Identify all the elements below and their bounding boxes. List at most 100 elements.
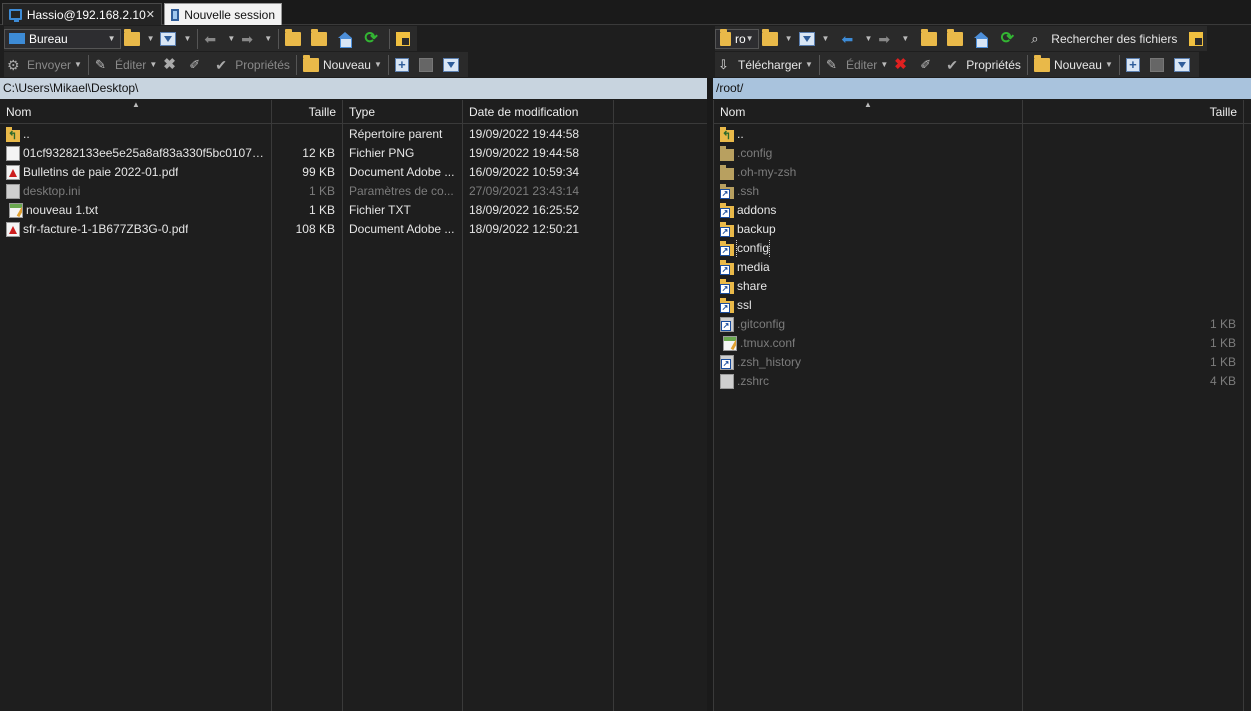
forward-button[interactable]: ➡ ▼ bbox=[238, 28, 275, 50]
toolbar-separator bbox=[818, 54, 820, 75]
cell-size: 1 KB bbox=[1209, 355, 1236, 369]
left-location-combo[interactable]: Bureau ▼ bbox=[4, 28, 121, 49]
column-type[interactable]: Type bbox=[343, 100, 462, 124]
file-row[interactable]: .config bbox=[714, 144, 1251, 163]
back-button[interactable]: ⬅ ▼ bbox=[838, 28, 875, 50]
file-row[interactable]: .zsh_history 1 KB bbox=[714, 353, 1251, 372]
refresh-button[interactable]: ⟳ bbox=[360, 28, 386, 50]
file-link-icon bbox=[720, 317, 734, 332]
cell-size bbox=[1023, 125, 1236, 144]
column-modified[interactable]: Date de modification bbox=[463, 100, 613, 124]
cell-modified: 16/09/2022 10:59:34 bbox=[469, 165, 580, 179]
filter-button[interactable]: ▼ bbox=[796, 28, 833, 50]
refresh-button[interactable]: ⟳ bbox=[996, 28, 1022, 50]
file-row[interactable]: .ssh bbox=[714, 182, 1251, 201]
left-nav-toolbar: Bureau ▼ ▼ ▼ ⬅ ▼ ➡ ▼ ⟳ bbox=[4, 26, 417, 51]
file-row[interactable]: addons bbox=[714, 201, 1251, 220]
parent-dir-button[interactable] bbox=[282, 28, 308, 50]
delete-button[interactable]: ✖ bbox=[891, 54, 917, 76]
unselect-button[interactable] bbox=[416, 54, 440, 76]
left-file-toolbar: ⚙ Envoyer ▼ ✎ Éditer ▼ ✖ ✐ ✔ Propriétés Nouve… bbox=[4, 52, 468, 77]
properties-button[interactable]: ✔ Propriétés bbox=[212, 54, 293, 76]
home-button[interactable] bbox=[334, 28, 360, 50]
chevron-down-icon: ▼ bbox=[805, 60, 813, 69]
file-name: desktop.ini bbox=[23, 184, 81, 198]
new-button[interactable]: Nouveau ▼ bbox=[1031, 54, 1116, 76]
file-row[interactable]: ssl bbox=[714, 296, 1251, 315]
open-folder-icon bbox=[123, 28, 140, 46]
properties-label: Propriétés bbox=[966, 57, 1021, 72]
tree-toggle-button[interactable] bbox=[1186, 28, 1210, 50]
left-path-bar[interactable]: C:\Users\Mikael\Desktop\ bbox=[0, 78, 707, 99]
cell-size bbox=[1023, 277, 1236, 296]
file-row[interactable]: nouveau 1.txt 1 KB Fichier TXT 18/09/2022 1… bbox=[0, 201, 707, 220]
root-dir-button[interactable] bbox=[308, 28, 334, 50]
properties-icon: ✔ bbox=[946, 56, 958, 73]
file-row[interactable]: 01cf93282133ee5e25a8af83a330f5bc0107bf66… bbox=[0, 144, 707, 163]
refresh-icon: ⟳ bbox=[364, 29, 378, 47]
back-button[interactable]: ⬅ ▼ bbox=[201, 28, 238, 50]
file-row[interactable]: sfr-facture-1-1B677ZB3G-0.pdf 108 KB Docum… bbox=[0, 220, 707, 239]
edit-button[interactable]: ✎ Éditer ▼ bbox=[823, 54, 891, 76]
file-row[interactable]: .oh-my-zsh bbox=[714, 163, 1251, 182]
cell-size bbox=[272, 125, 335, 144]
column-size[interactable]: Taille bbox=[272, 100, 342, 124]
file-list-header: Nom ▲ Taille Type Date de modification bbox=[0, 100, 707, 124]
send-button[interactable]: ⚙ Envoyer ▼ bbox=[4, 54, 85, 76]
file-row[interactable]: .. bbox=[714, 125, 1251, 144]
right-location-label: ro bbox=[735, 31, 746, 46]
cell-size bbox=[1023, 182, 1236, 201]
cell-modified: 18/09/2022 12:50:21 bbox=[469, 222, 580, 236]
file-row[interactable]: .zshrc 4 KB bbox=[714, 372, 1251, 391]
root-dir-button[interactable] bbox=[944, 28, 970, 50]
file-row[interactable]: .gitconfig 1 KB bbox=[714, 315, 1251, 334]
find-files-button[interactable]: ⌕ Rechercher des fichiers bbox=[1028, 28, 1180, 50]
rename-button[interactable]: ✐ bbox=[917, 54, 943, 76]
file-row[interactable]: share bbox=[714, 277, 1251, 296]
select-all-button[interactable]: + bbox=[392, 54, 416, 76]
tab-session-hassio[interactable]: Hassio@192.168.2.10 ✕ bbox=[2, 3, 162, 25]
right-path-bar[interactable]: /root/ bbox=[713, 78, 1251, 99]
minus-icon bbox=[1149, 57, 1164, 72]
column-size[interactable]: Taille bbox=[1023, 100, 1243, 124]
file-row[interactable]: desktop.ini 1 KB Paramètres de co... 27/09/… bbox=[0, 182, 707, 201]
right-location-combo[interactable]: ro ▼ bbox=[715, 28, 759, 49]
delete-icon: ✖ bbox=[163, 55, 176, 73]
close-tab-icon[interactable]: ✕ bbox=[146, 8, 155, 21]
filter-select-button[interactable] bbox=[440, 54, 466, 76]
cell-type: Répertoire parent bbox=[349, 127, 443, 141]
delete-button[interactable]: ✖ bbox=[160, 54, 186, 76]
unselect-button[interactable] bbox=[1147, 54, 1171, 76]
forward-button[interactable]: ➡ ▼ bbox=[875, 28, 912, 50]
rename-icon: ✐ bbox=[920, 56, 932, 72]
chevron-down-icon: ▼ bbox=[373, 60, 382, 69]
rename-button[interactable]: ✐ bbox=[186, 54, 212, 76]
open-folder-button[interactable]: ▼ bbox=[759, 28, 796, 50]
cell-modified: 18/09/2022 16:25:52 bbox=[469, 203, 580, 217]
cell-size bbox=[1023, 144, 1236, 163]
parent-folder-icon bbox=[285, 28, 302, 46]
new-label: Nouveau bbox=[1053, 57, 1102, 72]
edit-button[interactable]: ✎ Éditer ▼ bbox=[92, 54, 160, 76]
file-row[interactable]: config bbox=[714, 239, 1251, 258]
file-name: Bulletins de paie 2022-01.pdf bbox=[23, 165, 179, 179]
tree-toggle-button[interactable] bbox=[393, 28, 417, 50]
home-button[interactable] bbox=[970, 28, 996, 50]
download-button[interactable]: ⇩ Télécharger ▼ bbox=[715, 54, 816, 76]
properties-button[interactable]: ✔ Propriétés bbox=[943, 54, 1024, 76]
tab-new-session[interactable]: Nouvelle session bbox=[164, 3, 282, 25]
open-folder-button[interactable]: ▼ bbox=[121, 28, 158, 50]
select-all-button[interactable]: + bbox=[1123, 54, 1147, 76]
filter-button[interactable]: ▼ bbox=[157, 28, 194, 50]
file-row[interactable]: .. Répertoire parent 19/09/2022 19:44:58 bbox=[0, 125, 707, 144]
new-button[interactable]: Nouveau ▼ bbox=[300, 54, 385, 76]
file-row[interactable]: .tmux.conf 1 KB bbox=[714, 334, 1251, 353]
toolbar-separator bbox=[1118, 54, 1120, 75]
filter-icon bbox=[1173, 57, 1190, 72]
file-row[interactable]: Bulletins de paie 2022-01.pdf 99 KB Docume… bbox=[0, 163, 707, 182]
file-row[interactable]: backup bbox=[714, 220, 1251, 239]
file-row[interactable]: media bbox=[714, 258, 1251, 277]
tree-icon bbox=[1189, 31, 1204, 46]
parent-dir-button[interactable] bbox=[918, 28, 944, 50]
filter-select-button[interactable] bbox=[1171, 54, 1197, 76]
